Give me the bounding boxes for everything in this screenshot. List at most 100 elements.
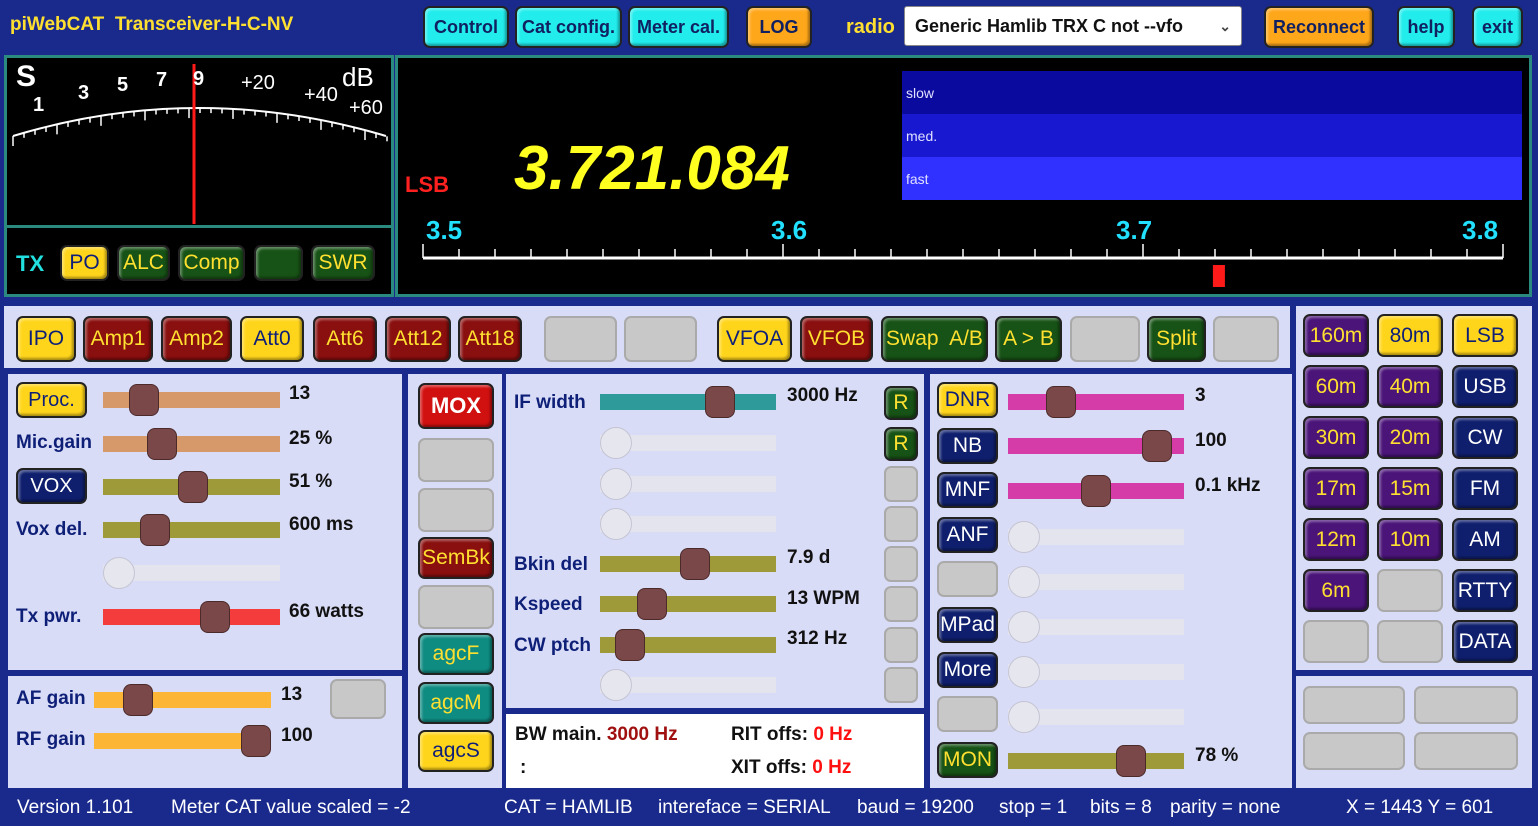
blank-extra-button-4[interactable] [1414,732,1518,770]
mode-usb-button[interactable]: USB [1452,365,1518,408]
proc-button[interactable]: Proc. [16,382,87,418]
blank-nr-button-2[interactable] [937,696,998,732]
band-80m-button[interactable]: 80m [1377,314,1443,357]
band-17m-button[interactable]: 17m [1303,467,1369,510]
split-button[interactable]: Split [1147,316,1206,362]
amp1-button[interactable]: Amp1 [83,316,153,362]
control-button[interactable]: Control [423,6,509,48]
log-button[interactable]: LOG [746,6,812,48]
vfoa-button[interactable]: VFOA [717,316,792,362]
nb-slider-thumb[interactable] [1142,430,1173,462]
amp2-button[interactable]: Amp2 [161,316,232,362]
blank-row1-button-3[interactable] [1070,316,1140,362]
frequency-readout[interactable]: 3.721.084 [514,133,790,204]
mode-cw-button[interactable]: CW [1452,416,1518,459]
dsp-blank-button-6[interactable] [884,586,918,622]
band-40m-button[interactable]: 40m [1377,365,1443,408]
att18-button[interactable]: Att18 [458,316,522,362]
dsp-blank-button-8[interactable] [884,667,918,703]
dsp-reset-button-2[interactable]: R [884,427,918,461]
mode-am-button[interactable]: AM [1452,518,1518,561]
ipo-button[interactable]: IPO [16,316,76,362]
mon-slider-thumb[interactable] [1116,745,1147,777]
band-20m-button[interactable]: 20m [1377,416,1443,459]
blank-mid-button-3[interactable] [418,585,494,629]
mon-slider-track[interactable] [1008,753,1184,769]
vfob-button[interactable]: VFOB [800,316,873,362]
blank-band-button-1[interactable] [1377,569,1443,612]
tuning-speed-med[interactable]: med. [902,114,1522,157]
att0-button[interactable]: Att0 [240,316,304,362]
more-button[interactable]: More [937,652,998,688]
agc-slow-button[interactable]: agcS [418,730,494,772]
mpad-button[interactable]: MPad [937,607,998,643]
if-width-slider-thumb[interactable] [705,386,736,418]
band-60m-button[interactable]: 60m [1303,365,1369,408]
mox-button[interactable]: MOX [418,383,494,429]
blank-extra-button-2[interactable] [1414,686,1518,724]
dsp-blank-button-3[interactable] [884,466,918,502]
blank-band-button-2[interactable] [1303,620,1369,663]
comp-button[interactable]: Comp [178,245,245,281]
if-width-slider-track[interactable] [600,394,776,410]
if-width-reset-button[interactable]: R [884,386,918,420]
blank-band-button-3[interactable] [1377,620,1443,663]
af-gain-slider-thumb[interactable] [123,684,154,716]
mode-rtty-button[interactable]: RTTY [1452,569,1518,612]
mode-data-button[interactable]: DATA [1452,620,1518,663]
mon-button[interactable]: MON [937,742,998,778]
blank-row1-button-1[interactable] [544,316,617,362]
blank-mid-button-1[interactable] [418,438,494,482]
swr-button[interactable]: SWR [311,245,375,281]
tuning-speed-fast[interactable]: fast [902,157,1522,200]
radio-select[interactable]: Generic Hamlib TRX C not --vfo ⌄ [904,6,1242,46]
dsp-blank-thumb-2[interactable] [600,468,632,500]
anf-button[interactable]: ANF [937,517,998,553]
dsp-blank-thumb-4[interactable] [600,669,632,701]
band-6m-button[interactable]: 6m [1303,569,1369,612]
dsp-blank-thumb-3[interactable] [600,508,632,540]
reconnect-button[interactable]: Reconnect [1264,6,1374,48]
agc-med-button[interactable]: agcM [418,682,494,724]
blank-row1-button-4[interactable] [1213,316,1279,362]
blank-tx-slider-thumb[interactable] [103,557,135,589]
po-button[interactable]: PO [60,245,109,281]
band-scale[interactable] [420,240,1510,290]
sembk-button[interactable]: SemBk [418,537,494,579]
vox-delay-slider-thumb[interactable] [139,514,170,546]
mode-fm-button[interactable]: FM [1452,467,1518,510]
dsp-blank-button-4[interactable] [884,506,918,542]
mnf-slider-thumb[interactable] [1081,475,1111,507]
blank-extra-button-1[interactable] [1303,686,1405,724]
nr-blank-thumb-4[interactable] [1008,656,1040,688]
mnf-button[interactable]: MNF [937,472,998,508]
band-15m-button[interactable]: 15m [1377,467,1443,510]
att6-button[interactable]: Att6 [313,316,377,362]
agc-fast-button[interactable]: agcF [418,633,494,675]
mic-gain-slider-thumb[interactable] [147,428,178,460]
dsp-blank-button-5[interactable] [884,546,918,582]
keyer-speed-slider-thumb[interactable] [636,588,667,620]
tuning-speed-slow[interactable]: slow [902,71,1522,114]
nr-blank-thumb-5[interactable] [1008,701,1040,733]
bkin-delay-slider-thumb[interactable] [680,548,711,580]
rf-gain-slider-thumb[interactable] [241,725,271,757]
cat-config-button[interactable]: Cat config. [515,6,622,48]
vox-button[interactable]: VOX [16,468,87,504]
band-160m-button[interactable]: 160m [1303,314,1369,357]
att12-button[interactable]: Att12 [385,316,451,362]
blank-meter-button[interactable] [254,245,303,281]
band-12m-button[interactable]: 12m [1303,518,1369,561]
blank-extra-button-3[interactable] [1303,732,1405,770]
dsp-blank-thumb-1[interactable] [600,427,632,459]
meter-cal-button[interactable]: Meter cal. [628,6,729,48]
dnr-button[interactable]: DNR [937,382,998,418]
dnr-slider-track[interactable] [1008,394,1184,410]
swap-ab-button[interactable]: Swap A/B [881,316,988,362]
alc-button[interactable]: ALC [117,245,170,281]
band-10m-button[interactable]: 10m [1377,518,1443,561]
mic-gain-slider-track[interactable] [103,436,280,452]
nb-button[interactable]: NB [937,428,998,464]
vox-delay-slider-track[interactable] [103,522,280,538]
band-30m-button[interactable]: 30m [1303,416,1369,459]
